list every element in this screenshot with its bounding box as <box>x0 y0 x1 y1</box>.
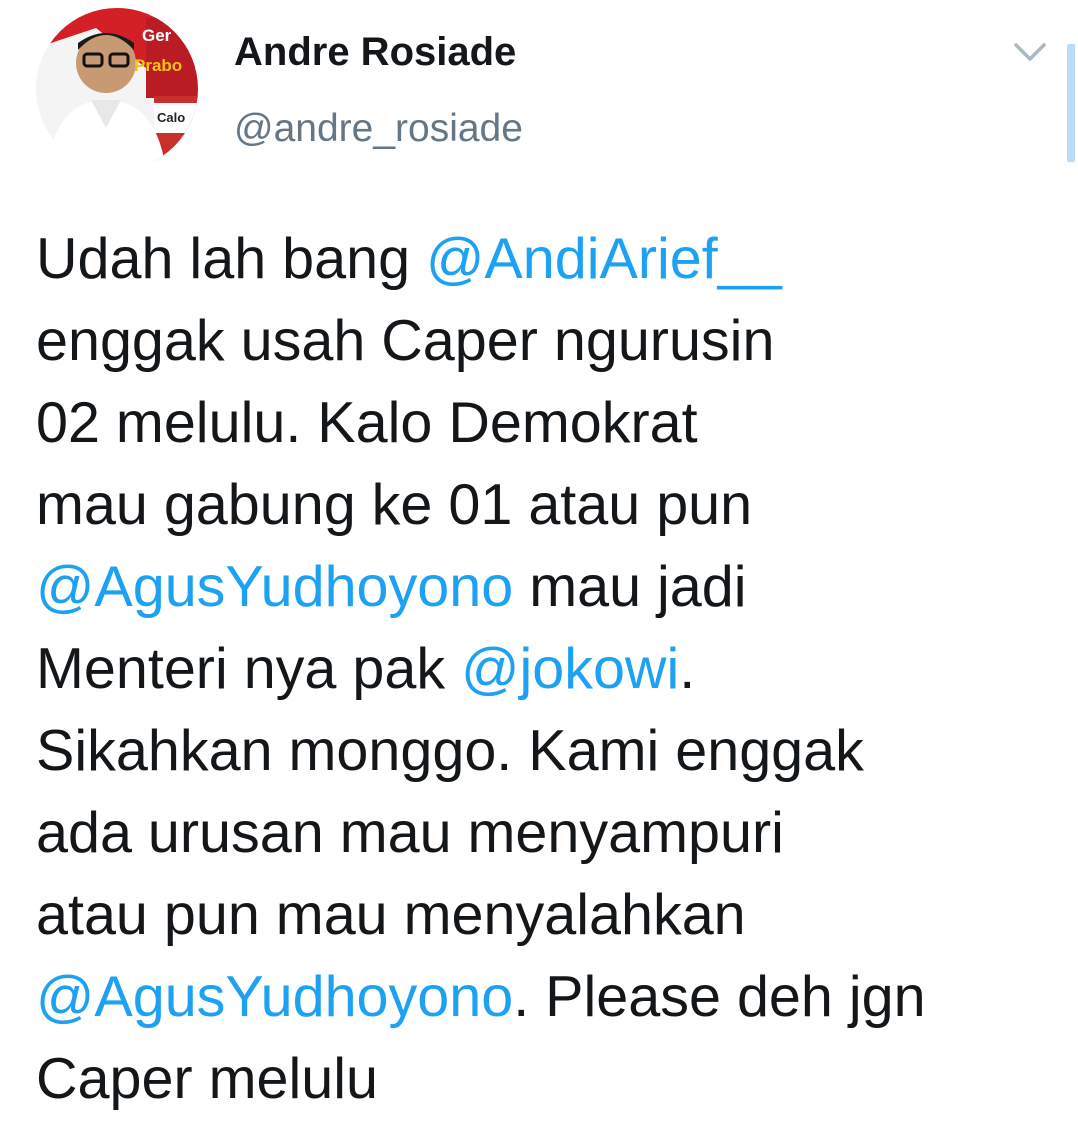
tweet-text-segment: mau gabung ke 01 atau pun <box>36 473 753 537</box>
tweet-text-segment: 02 melulu. Kalo Demokrat <box>36 391 698 455</box>
avatar-banner-text-2: Prabo <box>134 56 182 75</box>
mention-link[interactable]: @jokowi <box>461 637 679 701</box>
mention-link[interactable]: @AgusYudhoyono <box>36 555 513 619</box>
tweet-text-segment: ada urusan mau menyampuri <box>36 801 784 865</box>
author-name[interactable]: Andre Rosiade <box>234 30 516 75</box>
tweet-text-segment: . <box>679 637 696 701</box>
avatar-banner-text-1: Ger <box>142 26 172 45</box>
tweet-text-segment: atau pun mau menyalahkan <box>36 883 746 947</box>
tweet-text-segment: mau jadi <box>513 555 747 619</box>
author-handle[interactable]: @andre_rosiade <box>234 107 523 151</box>
avatar-banner-text-3: Calo <box>157 110 185 125</box>
tweet-line: enggak usah Caper ngurusin <box>36 300 1056 382</box>
tweet-line: ada urusan mau menyampuri <box>36 792 1056 874</box>
tweet-line: Udah lah bang @AndiArief__ <box>36 218 1056 300</box>
tweet-line: 02 melulu. Kalo Demokrat <box>36 382 1056 464</box>
mention-link[interactable]: @AgusYudhoyono <box>36 965 513 1029</box>
tweet-text-segment: Caper melulu <box>36 1047 378 1111</box>
mention-link[interactable]: @AndiArief__ <box>426 227 782 291</box>
tweet-text-segment: Menteri nya pak <box>36 637 462 701</box>
tweet-line: Menteri nya pak @jokowi. <box>36 628 1056 710</box>
tweet-line: atau pun mau menyalahkan <box>36 874 1056 956</box>
avatar[interactable]: Ger Prabo Calo <box>36 8 198 170</box>
chevron-down-icon[interactable] <box>1010 38 1050 66</box>
tweet-line: Sikahkan monggo. Kami enggak <box>36 710 1056 792</box>
tweet-line: mau gabung ke 01 atau pun <box>36 464 1056 546</box>
tweet-text-segment: Udah lah bang <box>36 227 427 291</box>
tweet-text-segment: Sikahkan monggo. Kami enggak <box>36 719 864 783</box>
tweet-line: @AgusYudhoyono mau jadi <box>36 546 1056 628</box>
tweet-line: Caper melulu <box>36 1038 1056 1120</box>
scroll-indicator <box>1067 44 1075 162</box>
tweet-text: Udah lah bang @AndiArief__enggak usah Ca… <box>36 218 1056 1120</box>
tweet-line: @AgusYudhoyono. Please deh jgn <box>36 956 1056 1038</box>
tweet-text-segment: enggak usah Caper ngurusin <box>36 309 775 373</box>
tweet-text-segment: . Please deh jgn <box>513 965 926 1029</box>
